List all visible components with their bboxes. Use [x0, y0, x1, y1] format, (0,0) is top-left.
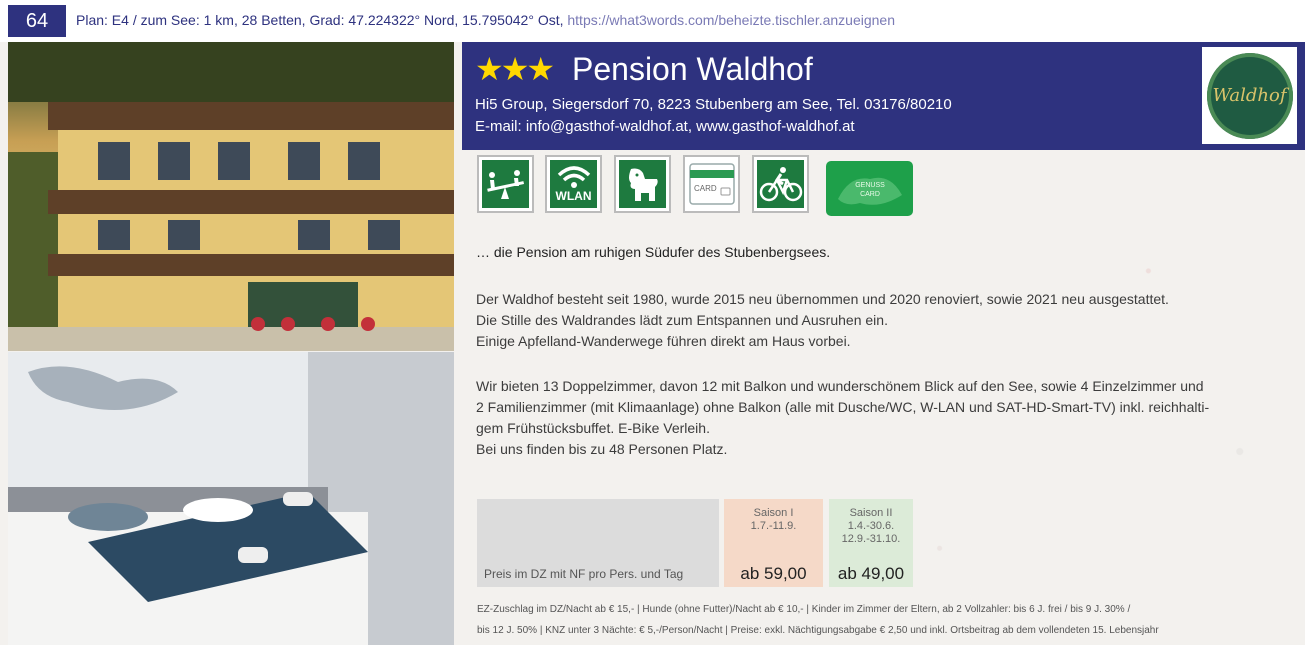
rooms-line: Bei uns finden bis zu 48 Personen Platz.: [476, 441, 728, 457]
wlan-label: WLAN: [555, 189, 592, 203]
bicycle-icon: [752, 155, 809, 213]
season1-price: ab 59,00: [740, 564, 807, 583]
card-icon: CARD: [683, 155, 740, 213]
hotel-contact: E-mail: info@gasthof-waldhof.at, www.gas…: [475, 118, 855, 135]
rooms-line: Wir bieten 13 Doppelzimmer, davon 12 mit…: [476, 378, 1204, 394]
page-number: 64: [8, 5, 66, 37]
description-line: Einige Apfelland-Wanderwege führen direk…: [476, 333, 851, 349]
season1-cell: Saison I 1.7.-11.9. ab 59,00: [724, 499, 823, 587]
svg-text:GENUSS: GENUSS: [855, 182, 885, 189]
season2-dates: 12.9.-31.10.: [841, 533, 901, 545]
price-label: Preis im DZ mit NF pro Pers. und Tag: [484, 567, 684, 581]
description-line: Die Stille des Waldrandes lädt zum Entsp…: [476, 312, 888, 328]
svg-text:CARD: CARD: [860, 191, 880, 198]
season2-header: Saison II 1.4.-30.6. 12.9.-31.10.: [829, 507, 913, 546]
building-photo: [8, 42, 454, 351]
what3words-link[interactable]: https://what3words.com/beheizte.tischler…: [567, 12, 895, 28]
svg-text:CARD: CARD: [694, 184, 717, 193]
season1-name: Saison I: [753, 507, 794, 519]
hotel-name: Pension Waldhof: [572, 51, 813, 87]
playground-icon: [477, 155, 534, 213]
dog-icon: [614, 155, 671, 213]
season2-dates: 1.4.-30.6.: [847, 520, 895, 532]
genusscard-icon: GENUSS CARD: [826, 161, 913, 216]
rooms-line: 2 Familienzimmer (mit Klimaanlage) ohne …: [476, 399, 1210, 415]
tagline: … die Pension am ruhigen Südufer des Stu…: [476, 244, 831, 260]
season1-dates: 1.7.-11.9.: [750, 520, 797, 532]
wlan-icon: WLAN: [545, 155, 602, 213]
hotel-address: Hi5 Group, Siegersdorf 70, 8223 Stubenbe…: [475, 96, 952, 113]
info-text: Plan: E4 / zum See: 1 km, 28 Betten, Gra…: [76, 12, 564, 28]
season1-header: Saison I 1.7.-11.9.: [724, 507, 823, 533]
footnote-line: bis 12 J. 50% | KNZ unter 3 Nächte: € 5,…: [477, 625, 1159, 636]
footnote-line: EZ-Zuschlag im DZ/Nacht ab € 15,- | Hund…: [477, 604, 1131, 615]
season2-cell: Saison II 1.4.-30.6. 12.9.-31.10. ab 49,…: [829, 499, 913, 587]
season2-name: Saison II: [849, 507, 893, 519]
description-line: Der Waldhof besteht seit 1980, wurde 201…: [476, 291, 1169, 307]
logo-emblem: Waldhof: [1206, 52, 1293, 139]
waldhof-logo: Waldhof: [1202, 47, 1297, 144]
room-photo: [8, 352, 454, 645]
top-bar: 64 Plan: E4 / zum See: 1 km, 28 Betten, …: [0, 0, 1305, 42]
info-line: Plan: E4 / zum See: 1 km, 28 Betten, Gra…: [76, 12, 895, 28]
season2-price: ab 49,00: [837, 564, 905, 583]
star-rating: ★★★: [475, 51, 555, 87]
price-label-cell: Preis im DZ mit NF pro Pers. und Tag: [477, 499, 719, 587]
rooms-line: gem Frühstücksbuffet. E-Bike Verleih.: [476, 420, 710, 436]
